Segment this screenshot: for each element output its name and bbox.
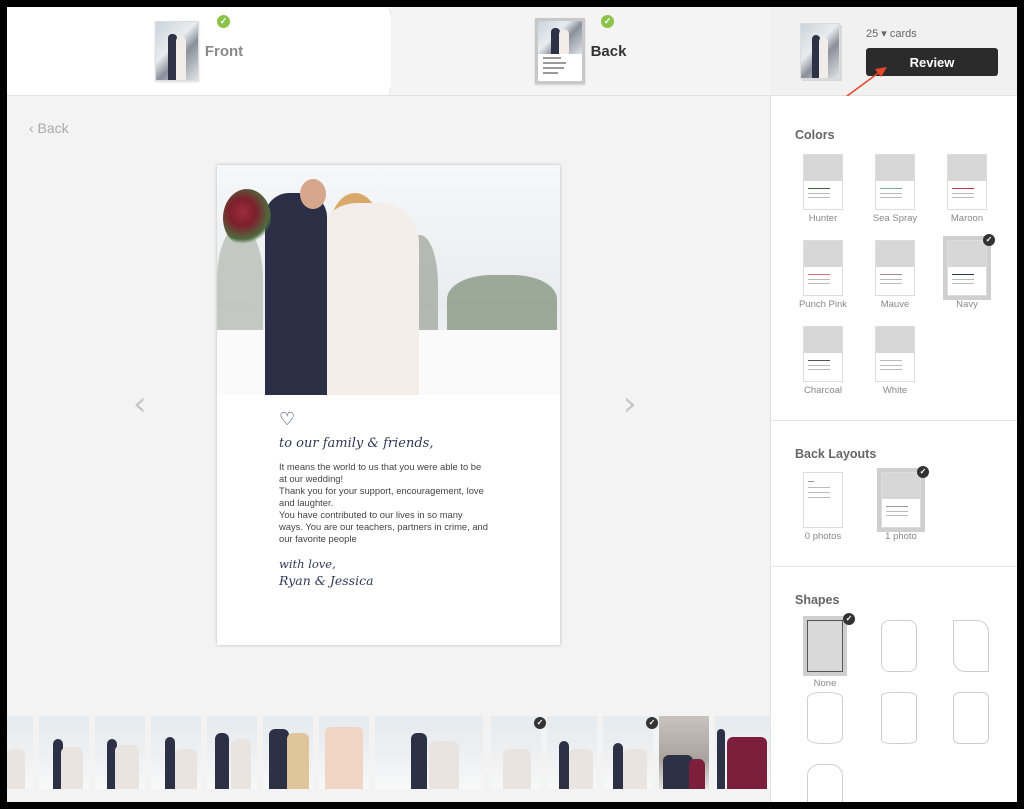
color-label: Maroon bbox=[950, 213, 984, 224]
filmstrip-photo[interactable] bbox=[659, 716, 709, 789]
shape-notched[interactable] bbox=[953, 692, 989, 744]
shape-none[interactable] bbox=[803, 616, 847, 676]
card-photo bbox=[217, 165, 560, 395]
filmstrip-photo[interactable] bbox=[491, 716, 541, 789]
shape-ticket[interactable] bbox=[953, 620, 989, 672]
color-label: Sea Spray bbox=[872, 213, 918, 224]
filmstrip-photo[interactable] bbox=[7, 716, 33, 789]
color-label: Mauve bbox=[880, 299, 910, 310]
step-front[interactable]: ✓ Front bbox=[7, 7, 391, 95]
previous-arrow-icon[interactable]: ‹ bbox=[133, 387, 147, 421]
filmstrip-photo[interactable] bbox=[603, 716, 653, 789]
filmstrip-photo[interactable] bbox=[715, 716, 770, 789]
back-link[interactable]: ‹ Back bbox=[29, 120, 69, 136]
front-thumbnail bbox=[154, 21, 199, 81]
front-complete-check-icon: ✓ bbox=[217, 15, 230, 28]
colors-section-title: Colors bbox=[795, 128, 835, 142]
color-swatch-sea-spray[interactable] bbox=[875, 154, 915, 210]
filmstrip-photo[interactable] bbox=[547, 716, 597, 789]
card-closing: with love, bbox=[279, 557, 336, 571]
step-back[interactable]: ✓ Back bbox=[391, 7, 770, 95]
layout-label: 0 photos bbox=[804, 531, 842, 542]
back-complete-check-icon: ✓ bbox=[601, 15, 614, 28]
color-label: Punch Pink bbox=[798, 299, 848, 310]
layout-0-photos[interactable] bbox=[803, 472, 843, 528]
filmstrip-photo[interactable] bbox=[95, 716, 145, 789]
selected-photo-check-icon: ✓ bbox=[534, 717, 546, 729]
step-back-label: Back bbox=[590, 42, 627, 60]
card-signature: Ryan & Jessica bbox=[279, 573, 374, 588]
cards-quantity-select[interactable]: 25 ▾ cards bbox=[866, 27, 917, 40]
filmstrip-photo[interactable] bbox=[151, 716, 201, 789]
color-swatch-white[interactable] bbox=[875, 326, 915, 382]
color-swatch-maroon[interactable] bbox=[947, 154, 987, 210]
filmstrip-photo[interactable] bbox=[319, 716, 369, 789]
card-back-preview: ♡ to our family & friends, It means the … bbox=[217, 165, 560, 645]
selected-shape-check-icon: ✓ bbox=[843, 613, 855, 625]
back-layouts-section-title: Back Layouts bbox=[795, 447, 877, 461]
color-swatch-punch-pink[interactable] bbox=[803, 240, 843, 296]
card-body-line: at our wedding! bbox=[279, 473, 344, 484]
card-body-line: and laughter. bbox=[279, 497, 334, 508]
color-swatch-hunter[interactable] bbox=[803, 154, 843, 210]
layout-1-photo[interactable] bbox=[877, 468, 925, 532]
card-body-line: our favorite people bbox=[279, 533, 357, 544]
card-body-line: You have contributed to our lives in so … bbox=[279, 509, 463, 520]
filmstrip-photo[interactable] bbox=[263, 716, 313, 789]
selected-layout-check-icon: ✓ bbox=[917, 466, 929, 478]
photo-filmstrip: ✓ ✓ bbox=[7, 715, 770, 802]
options-panel: Colors Hunter Sea Spray Maroon Punch Pin… bbox=[770, 96, 1017, 802]
app-frame: ✓ Front ✓ Back 25 ▾ cards Review ‹ Back … bbox=[7, 7, 1017, 802]
filmstrip-photo[interactable] bbox=[375, 716, 483, 789]
filmstrip-photo[interactable] bbox=[39, 716, 89, 789]
shape-rounded[interactable] bbox=[881, 620, 917, 672]
color-label: White bbox=[882, 385, 908, 396]
color-swatch-charcoal[interactable] bbox=[803, 326, 843, 382]
shape-arched[interactable] bbox=[881, 692, 917, 744]
color-swatch-mauve[interactable] bbox=[875, 240, 915, 296]
color-label: Navy bbox=[956, 299, 978, 310]
next-arrow-icon[interactable]: › bbox=[623, 387, 637, 421]
color-label: Hunter bbox=[808, 213, 838, 224]
filmstrip-photo[interactable] bbox=[207, 716, 257, 789]
step-front-label: Front bbox=[204, 42, 244, 60]
back-thumbnail bbox=[534, 18, 585, 84]
shape-label: None bbox=[813, 678, 837, 689]
layout-label: 1 photo bbox=[885, 531, 917, 542]
shape-arch-top[interactable] bbox=[807, 764, 843, 802]
card-message: ♡ to our family & friends, It means the … bbox=[279, 409, 519, 588]
card-body-line: ways. You are our teachers, partners in … bbox=[279, 521, 488, 532]
card-body-line: Thank you for your support, encouragemen… bbox=[279, 485, 484, 496]
card-body-line: It means the world to us that you were a… bbox=[279, 461, 482, 472]
color-label: Charcoal bbox=[803, 385, 843, 396]
card-greeting: to our family & friends, bbox=[279, 436, 434, 451]
shape-scalloped[interactable] bbox=[807, 692, 843, 744]
selected-photo-check-icon: ✓ bbox=[646, 717, 658, 729]
color-swatch-navy[interactable] bbox=[943, 236, 991, 300]
selected-color-check-icon: ✓ bbox=[983, 234, 995, 246]
shapes-section-title: Shapes bbox=[795, 593, 840, 607]
heart-icon: ♡ bbox=[279, 409, 296, 429]
step-bar: ✓ Front ✓ Back bbox=[7, 7, 770, 96]
